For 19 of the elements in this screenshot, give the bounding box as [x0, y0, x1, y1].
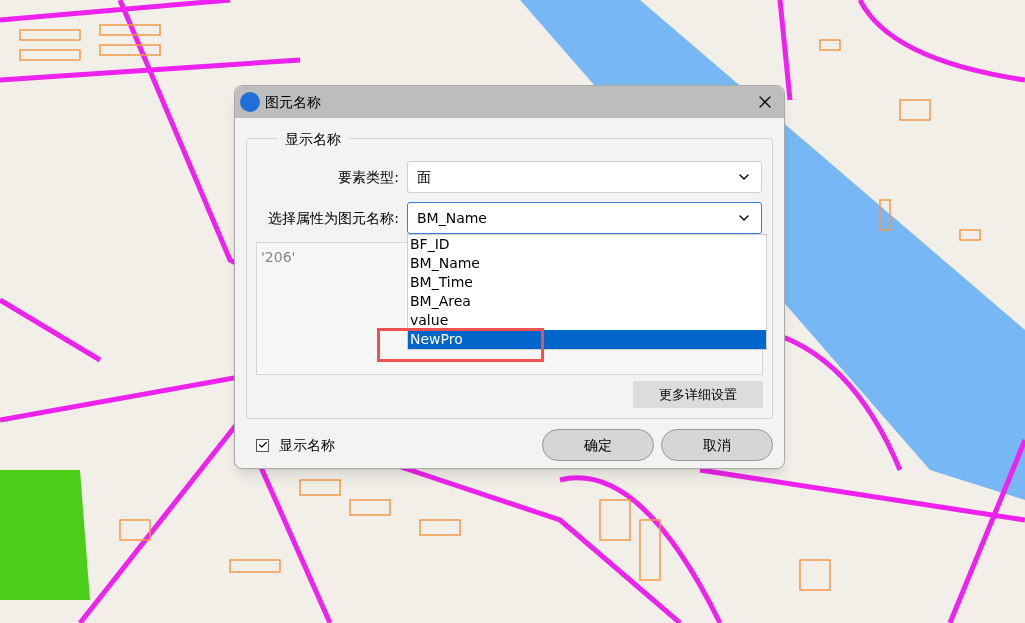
- field-label: 要素类型:: [337, 167, 399, 187]
- more-settings-button[interactable]: 更多详细设置: [633, 381, 763, 408]
- dropdown-option[interactable]: BM_Time: [408, 273, 766, 292]
- field-label: 选择属性为图元名称:: [267, 208, 399, 228]
- dialog-button[interactable]: 确定: [542, 429, 654, 461]
- dropdown-option[interactable]: BF_ID: [408, 235, 766, 254]
- dropdown-field[interactable]: BM_Name: [407, 202, 762, 234]
- group-label: 显示名称: [277, 129, 349, 149]
- window-title: 图元名称: [265, 92, 321, 112]
- dropdown-option[interactable]: value: [408, 311, 766, 330]
- app-logo-icon: [239, 91, 261, 113]
- dropdown-option[interactable]: NewPro: [408, 330, 766, 349]
- dialog-button[interactable]: 取消: [661, 429, 773, 461]
- checkbox-label: 显示名称: [279, 435, 335, 455]
- checkbox[interactable]: [256, 438, 269, 452]
- dropdown-option[interactable]: BM_Name: [408, 254, 766, 273]
- dropdown-field[interactable]: 面: [407, 161, 762, 193]
- preview-text: '206': [261, 249, 296, 265]
- dropdown-option[interactable]: BM_Area: [408, 292, 766, 311]
